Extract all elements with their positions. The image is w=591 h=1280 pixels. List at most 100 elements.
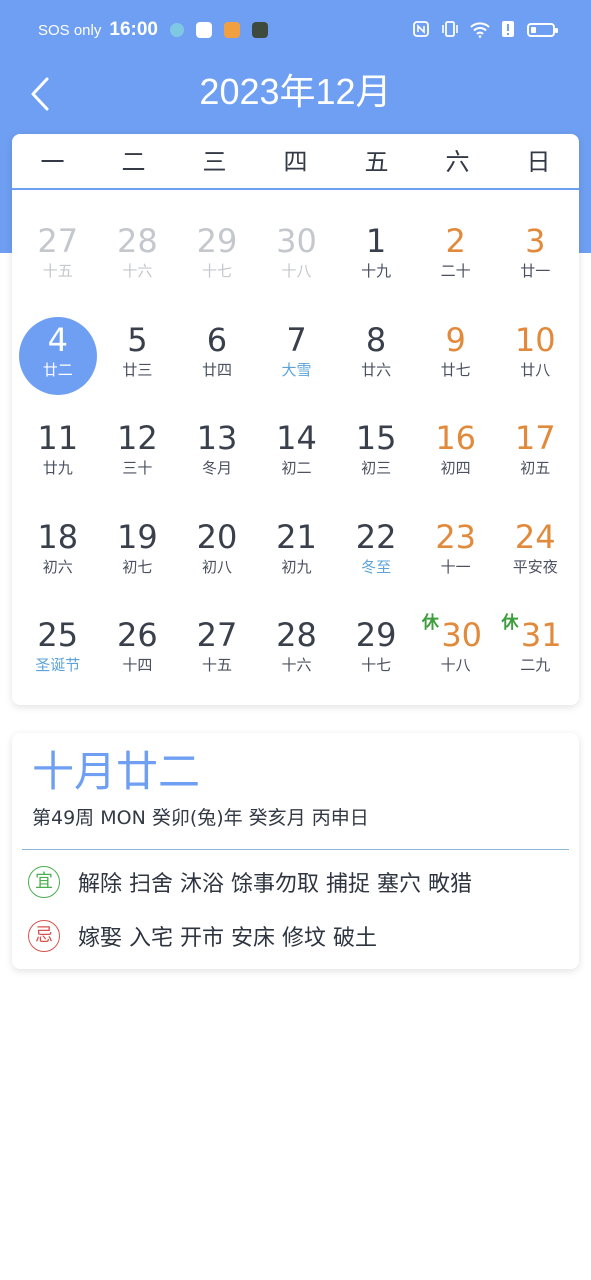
lunar-label: 三十 (122, 459, 153, 477)
calendar-day[interactable]: 5 廿三 (98, 293, 178, 392)
calendar-day[interactable]: 休 31 二九 (495, 588, 575, 687)
lunar-label: 初七 (122, 557, 153, 576)
day-number: 18 (37, 517, 79, 556)
calendar-day[interactable]: 12 三十 (98, 391, 178, 490)
day-number: 14 (276, 419, 317, 457)
holiday-label: 圣诞节 (35, 656, 81, 674)
day-number: 25 (37, 616, 79, 654)
lunar-label: 十六 (122, 262, 153, 280)
lunar-label: 冬月 (201, 459, 232, 477)
yi-badge: 宜 (28, 866, 60, 898)
calendar-day[interactable]: 3 廿一 (495, 194, 575, 293)
calendar-day[interactable]: 13 冬月 (177, 391, 257, 490)
day-number: 16 (435, 419, 477, 457)
calendar-week: 4 廿二 5 廿三 6 廿四 7 大雪 8 廿六 9 廿七 10 廿八 (18, 293, 575, 395)
calendar-day[interactable]: 26 十四 (98, 588, 178, 687)
day-number: 17 (514, 419, 556, 457)
calendar-day[interactable]: 22 冬至 (336, 490, 416, 589)
nfc-icon (411, 20, 431, 40)
day-number: 2 (445, 222, 466, 260)
vibrate-icon (440, 20, 460, 40)
yi-row: 宜 解除 扫舍 沐浴 馀事勿取 捕捉 塞穴 畋猎 (28, 866, 472, 898)
lunar-label: 十七 (361, 656, 392, 674)
calendar-day[interactable]: 23 十一 (416, 490, 496, 589)
calendar-day[interactable]: 10 廿八 (495, 293, 575, 392)
lunar-label: 廿七 (440, 360, 471, 379)
lunar-label: 初六 (42, 557, 73, 576)
lunar-label: 十六 (281, 656, 312, 674)
weekday-tue: 二 (121, 148, 146, 176)
lunar-label: 十九 (361, 262, 392, 280)
calendar-day[interactable]: 14 初二 (257, 391, 337, 490)
calendar-day[interactable]: 29 十七 (336, 588, 416, 687)
status-left: SOS only 16:00 (38, 19, 268, 41)
day-number: 24 (514, 517, 556, 556)
calendar-day[interactable]: 2 二十 (416, 194, 496, 293)
lunar-date-title: 十月廿二 (32, 747, 201, 796)
calendar-day[interactable]: 19 初七 (98, 490, 178, 589)
weekday-header: 一 二 三 四 五 六 日 (12, 134, 579, 190)
clock-time: 16:00 (109, 19, 158, 40)
calendar-day[interactable]: 11 廿九 (18, 391, 98, 490)
calendar-day[interactable]: 24 平安夜 (495, 490, 575, 589)
day-number: 20 (196, 517, 238, 556)
lunar-label: 十一 (440, 557, 471, 576)
weekday-thu: 四 (283, 148, 308, 176)
calendar-day[interactable]: 27 十五 (177, 588, 257, 687)
day-number: 7 (286, 320, 307, 359)
yi-items: 解除 扫舍 沐浴 馀事勿取 捕捉 塞穴 畋猎 (78, 872, 472, 897)
lunar-label: 初九 (281, 557, 312, 576)
calendar-day[interactable]: 16 初四 (416, 391, 496, 490)
lunar-label: 十五 (42, 262, 73, 280)
calendar-day[interactable]: 8 廿六 (336, 293, 416, 392)
month-title[interactable]: 2023年12月 (0, 70, 591, 114)
day-number: 3 (525, 222, 546, 260)
calendar-day[interactable]: 17 初五 (495, 391, 575, 490)
weekday-mon: 一 (40, 148, 65, 176)
weekday-sun: 日 (526, 148, 551, 176)
day-number: 30 (276, 222, 317, 260)
calendar-day[interactable]: 15 初三 (336, 391, 416, 490)
calendar-day[interactable]: 18 初六 (18, 490, 98, 589)
day-number: 11 (37, 419, 79, 457)
person-app-icon (251, 22, 268, 38)
day-number: 29 (196, 222, 238, 260)
lunar-label: 十八 (281, 262, 312, 280)
day-number: 19 (117, 517, 158, 556)
calendar-day[interactable]: 30 十八 (257, 194, 337, 293)
lunar-label: 廿二 (42, 360, 73, 379)
lunar-label: 初八 (201, 557, 232, 576)
solar-term-label: 大雪 (281, 360, 312, 379)
lunar-label: 廿六 (361, 360, 392, 379)
solar-term-label: 冬至 (361, 557, 392, 576)
calendar-day[interactable]: 9 廿七 (416, 293, 496, 392)
calendar-day[interactable]: 1 十九 (336, 194, 416, 293)
calendar-app: SOS only 16:00 2023年12月 一 二 三 四 五 六 日 27… (0, 0, 591, 1280)
ji-row: 忌 嫁娶 入宅 开市 安床 修坟 破土 (28, 920, 377, 952)
lunar-label: 初二 (281, 459, 312, 477)
calendar-grid: 27 十五 28 十六 29 十七 30 十八 1 十九 2 二十 3 廿一 4 廿二 5 廿三 … (18, 194, 575, 687)
calendar-day[interactable]: 6 廿四 (177, 293, 257, 392)
calendar-week: 27 十五 28 十六 29 十七 30 十八 1 十九 2 二十 3 廿一 (18, 194, 575, 293)
calendar-day[interactable]: 20 初八 (177, 490, 257, 589)
calendar-day[interactable]: 28 十六 (98, 194, 178, 293)
lunar-label: 初四 (440, 459, 471, 477)
calendar-day[interactable]: 29 十七 (177, 194, 257, 293)
calendar-day[interactable]: 27 十五 (18, 194, 98, 293)
status-right (411, 20, 558, 40)
status-bar: SOS only 16:00 (0, 0, 591, 66)
calendar-day-selected[interactable]: 4 廿二 (18, 293, 98, 395)
lunar-label: 廿四 (201, 360, 232, 379)
ganzhi-info: 第49周 MON 癸卯(兔)年 癸亥月 丙申日 (32, 807, 369, 829)
calendar-day[interactable]: 休 30 十八 (416, 588, 496, 687)
day-number: 28 (117, 222, 158, 260)
day-number: 6 (206, 320, 228, 359)
calendar-day[interactable]: 25 圣诞节 (18, 588, 98, 687)
day-number: 27 (37, 222, 79, 260)
lunar-label: 廿三 (122, 360, 153, 379)
calendar-day[interactable]: 7 大雪 (257, 293, 337, 392)
day-number: 1 (365, 222, 387, 260)
calendar-day[interactable]: 21 初九 (257, 490, 337, 589)
wifi-icon (469, 20, 490, 40)
calendar-day[interactable]: 28 十六 (257, 588, 337, 687)
